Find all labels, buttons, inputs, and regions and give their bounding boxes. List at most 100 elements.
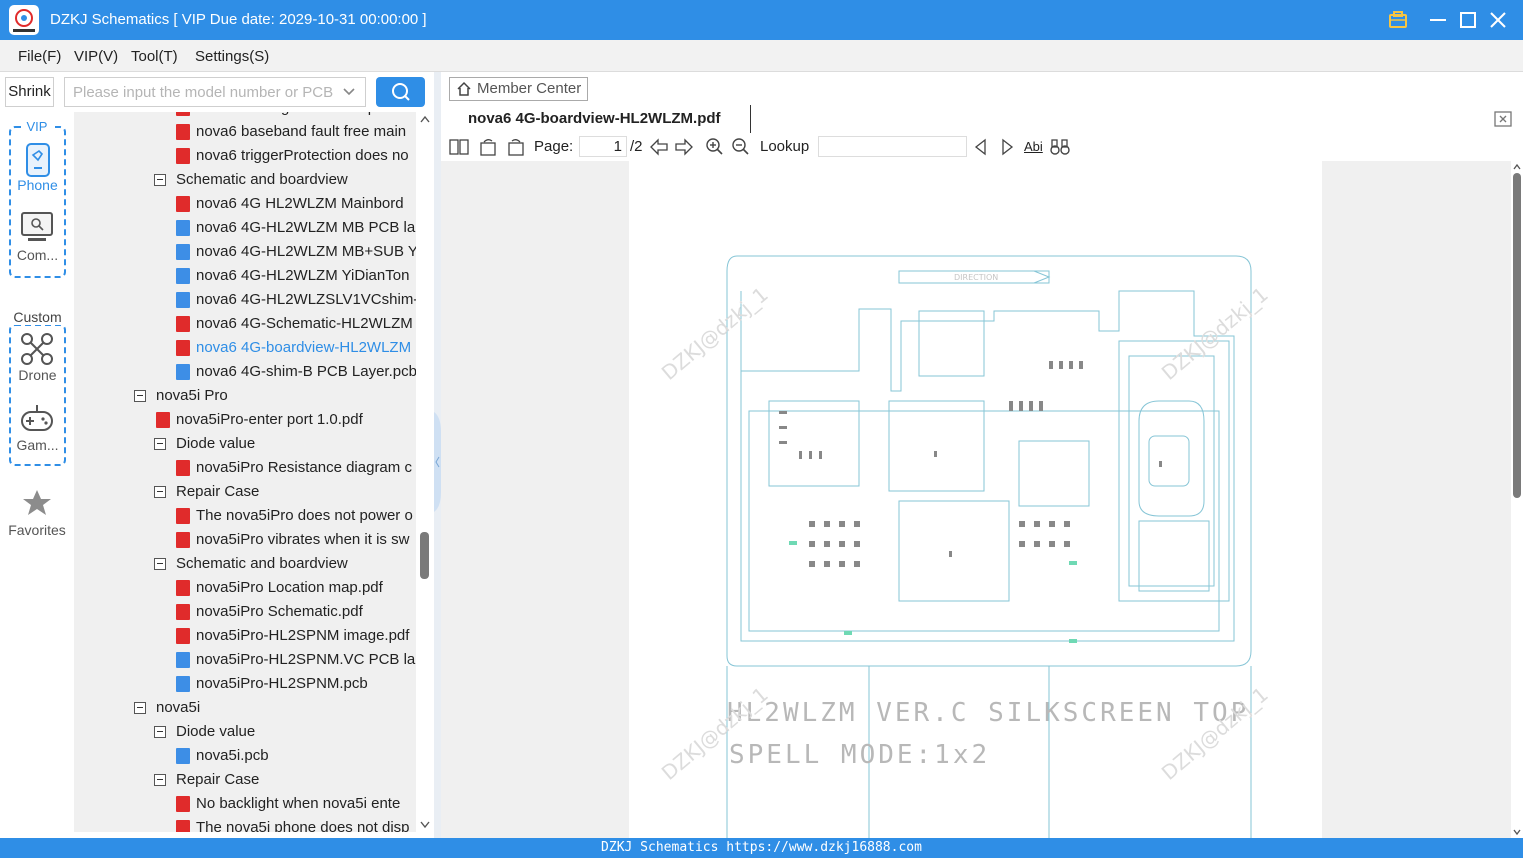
- find-next-icon[interactable]: [998, 138, 1016, 156]
- tree-item-label: nova6 4G-HL2WLZM MB+SUB Y: [196, 243, 416, 260]
- document-tab[interactable]: nova6 4G-boardview-HL2WLZM.pdf: [441, 105, 751, 133]
- tree-folder[interactable]: Schematic and boardview: [154, 552, 416, 576]
- close-tab-icon[interactable]: [1493, 110, 1513, 131]
- match-case-button[interactable]: Abi: [1024, 139, 1043, 154]
- tree-folder[interactable]: nova5i Pro: [134, 384, 416, 408]
- tree-file[interactable]: nova6 4G-boardview-HL2WLZM: [176, 336, 416, 360]
- tree-folder[interactable]: Repair Case: [154, 768, 416, 792]
- pdf-canvas[interactable]: HL2WLZM VER.C SILKSCREEN TOP SPELL MODE:…: [441, 161, 1511, 838]
- gamepad-icon[interactable]: [20, 402, 54, 439]
- lookup-input[interactable]: [818, 136, 967, 157]
- tree-file[interactable]: nova5i.pcb: [176, 744, 416, 768]
- search-input[interactable]: Please input the model number or PCB: [64, 77, 366, 107]
- two-page-icon[interactable]: [448, 138, 470, 156]
- pcb-file-icon: [176, 676, 190, 692]
- tree-file[interactable]: nova5iPro-HL2SPNM image.pdf: [176, 624, 416, 648]
- menu-file[interactable]: File(F): [18, 48, 61, 65]
- drone-icon[interactable]: [20, 332, 54, 369]
- tree-folder[interactable]: Repair Case: [154, 480, 416, 504]
- collapse-icon[interactable]: [154, 174, 166, 186]
- star-icon[interactable]: [22, 488, 52, 521]
- nav-phone[interactable]: Phone: [9, 177, 66, 193]
- collapse-icon[interactable]: [154, 558, 166, 570]
- tree-file[interactable]: nova6 4G-HL2WLZSLV1VCshim-: [176, 288, 416, 312]
- tree-item-label: nova5iPro-HL2SPNM.VC PCB la: [196, 651, 416, 668]
- nav-drone[interactable]: Drone: [9, 367, 66, 383]
- collapse-icon[interactable]: [154, 438, 166, 450]
- collapse-icon[interactable]: [134, 390, 146, 402]
- tree-file[interactable]: nova6 4G-Schematic-HL2WLZM: [176, 312, 416, 336]
- nav-game[interactable]: Gam...: [9, 437, 66, 453]
- tree-item-label: nova6 4G-HL2WLZSLV1VCshim-: [196, 291, 416, 308]
- phone-icon[interactable]: [24, 142, 52, 181]
- tree-folder[interactable]: Diode value: [154, 432, 416, 456]
- tree-file[interactable]: nova6 4G HL2WLZM Mainbord: [176, 192, 416, 216]
- menu-tool[interactable]: Tool(T): [131, 48, 178, 65]
- tree-scrollbar[interactable]: [416, 112, 434, 832]
- app-logo: [9, 5, 39, 35]
- menu-vip[interactable]: VIP(V): [74, 48, 118, 65]
- find-previous-icon[interactable]: [972, 138, 990, 156]
- rotate-right-icon[interactable]: [504, 137, 526, 157]
- home-icon: [457, 81, 471, 96]
- tree-file[interactable]: No backlight when nova5i ente: [176, 792, 416, 816]
- tree-folder[interactable]: Diode value: [154, 720, 416, 744]
- briefcase-icon[interactable]: [1383, 5, 1413, 35]
- pdf-file-icon: [176, 820, 190, 832]
- tree-file[interactable]: nova6 baseband fault free main: [176, 120, 416, 144]
- close-button[interactable]: [1483, 5, 1513, 35]
- rotate-left-icon[interactable]: [478, 137, 500, 157]
- nav-computer[interactable]: Com...: [9, 247, 66, 263]
- tree-folder[interactable]: Schematic and boardview: [154, 168, 416, 192]
- pdf-file-icon: [176, 112, 190, 116]
- tree-file[interactable]: nova6 4G-HL2WLZM YiDianTon: [176, 264, 416, 288]
- tree-file[interactable]: nova6 Wifi signal is weak.pdf: [176, 112, 416, 120]
- tree-item-label: No backlight when nova5i ente: [196, 795, 401, 812]
- tree-item-label: Schematic and boardview: [176, 171, 348, 188]
- zoom-out-icon[interactable]: [731, 137, 751, 157]
- page-total: /2: [630, 138, 643, 155]
- tree-file[interactable]: nova6 4G-HL2WLZM MB+SUB Y: [176, 240, 416, 264]
- maximize-button[interactable]: [1453, 5, 1483, 35]
- collapse-icon[interactable]: [134, 702, 146, 714]
- collapse-icon[interactable]: [154, 774, 166, 786]
- search-button[interactable]: [376, 77, 425, 107]
- collapse-icon[interactable]: [154, 726, 166, 738]
- pdf-file-icon: [176, 460, 190, 476]
- tree-file[interactable]: nova5iPro Location map.pdf: [176, 576, 416, 600]
- tree-file[interactable]: nova5iPro vibrates when it is sw: [176, 528, 416, 552]
- board-arrow-label: DIRECTION: [954, 273, 998, 282]
- pdf-scrollbar[interactable]: [1511, 161, 1523, 838]
- page-number-input[interactable]: 1: [579, 136, 627, 157]
- collapse-icon[interactable]: [154, 486, 166, 498]
- previous-page-icon[interactable]: [648, 138, 670, 156]
- tree-file[interactable]: nova5iPro-HL2SPNM.pcb: [176, 672, 416, 696]
- tree-file[interactable]: The nova5i phone does not disp: [176, 816, 416, 832]
- shrink-button[interactable]: Shrink: [5, 77, 54, 107]
- minimize-button[interactable]: [1423, 5, 1453, 35]
- tree-file[interactable]: nova6 4G-HL2WLZM MB PCB la: [176, 216, 416, 240]
- pdf-file-icon: [176, 340, 190, 356]
- tree-item-label: Repair Case: [176, 483, 260, 500]
- panel-splitter[interactable]: [434, 72, 441, 838]
- next-page-icon[interactable]: [673, 138, 695, 156]
- tree-file[interactable]: nova6 4G-shim-B PCB Layer.pcb: [176, 360, 416, 384]
- pdf-file-icon: [176, 196, 190, 212]
- document-tab-label: nova6 4G-boardview-HL2WLZM.pdf: [468, 110, 721, 127]
- member-center-button[interactable]: Member Center: [449, 77, 588, 101]
- tree-folder[interactable]: nova5i: [134, 696, 416, 720]
- tree-file[interactable]: nova5iPro-enter port 1.0.pdf: [156, 408, 416, 432]
- chevron-down-icon[interactable]: [342, 86, 356, 98]
- tree-file[interactable]: nova6 triggerProtection does no: [176, 144, 416, 168]
- menu-settings[interactable]: Settings(S): [195, 48, 269, 65]
- tree-file[interactable]: nova5iPro-HL2SPNM.VC PCB la: [176, 648, 416, 672]
- tree-item-label: nova5iPro-enter port 1.0.pdf: [176, 411, 363, 428]
- binoculars-icon[interactable]: [1049, 137, 1071, 157]
- computer-icon[interactable]: [20, 210, 54, 247]
- tree-item-label: nova5iPro-HL2SPNM.pcb: [196, 675, 368, 692]
- zoom-in-icon[interactable]: [705, 137, 725, 157]
- tree-file[interactable]: nova5iPro Resistance diagram c: [176, 456, 416, 480]
- tree-file[interactable]: The nova5iPro does not power o: [176, 504, 416, 528]
- tree-file[interactable]: nova5iPro Schematic.pdf: [176, 600, 416, 624]
- nav-favorites[interactable]: Favorites: [3, 522, 71, 538]
